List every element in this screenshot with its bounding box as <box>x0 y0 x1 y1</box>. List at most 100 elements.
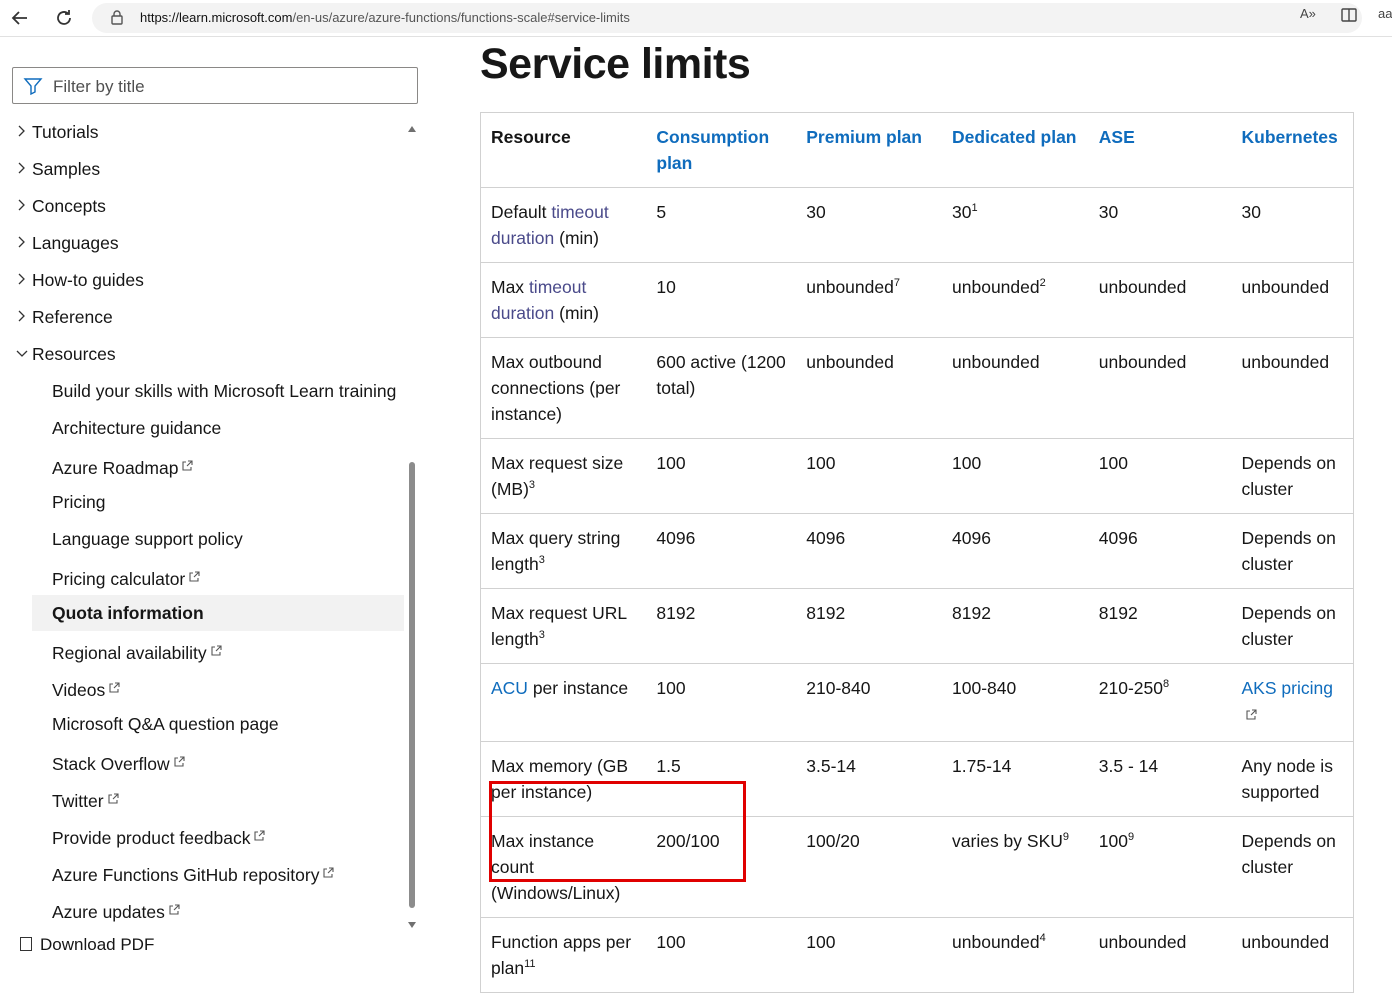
sidebar-item-tutorials[interactable]: Tutorials <box>0 114 404 150</box>
footnote-ref[interactable]: 11 <box>524 958 535 970</box>
sidebar-item-label: Reference <box>32 307 113 327</box>
resource-text: Function apps per plan <box>491 932 632 978</box>
footnote-ref[interactable]: 3 <box>529 479 535 491</box>
cell-value: 100/20 <box>806 831 860 851</box>
value-cell: 100 <box>646 438 797 514</box>
read-aloud-icon[interactable]: A» <box>1300 6 1316 21</box>
resource-cell: Max memory (GB per instance) <box>480 741 647 817</box>
cell-value: Depends on cluster <box>1241 453 1336 499</box>
split-screen-icon[interactable] <box>1340 6 1358 27</box>
sidebar-item-text: Azure Functions GitHub repository <box>52 865 320 885</box>
cell-value: Depends on cluster <box>1241 528 1336 574</box>
address-bar[interactable]: https://learn.microsoft.com/en-us/azure/… <box>92 3 1362 33</box>
sidebar-item-how-to-guides[interactable]: How-to guides <box>0 262 404 298</box>
sidebar-item-stack-overflow[interactable]: Stack Overflow <box>0 743 404 779</box>
filter-icon <box>23 77 43 99</box>
header-ase[interactable]: ASE <box>1088 112 1232 188</box>
header-dedicated-plan[interactable]: Dedicated plan <box>942 112 1089 188</box>
sidebar-item-provide-product-feedback[interactable]: Provide product feedback <box>0 817 404 853</box>
sidebar-item-azure-roadmap[interactable]: Azure Roadmap <box>0 447 404 483</box>
resource-cell: Max request URL length3 <box>480 588 647 664</box>
footnote-ref[interactable]: 9 <box>1063 831 1069 843</box>
extra-icon[interactable]: aa <box>1378 6 1392 21</box>
sidebar-item-resources[interactable]: Resources <box>0 336 404 372</box>
sidebar-item-label: Build your skills with Microsoft Learn t… <box>52 381 396 402</box>
header-consumption-plan[interactable]: Consumption plan <box>646 112 797 188</box>
cell-value: unbounded <box>1241 932 1330 952</box>
resource-cell: Max timeout duration (min) <box>480 262 647 338</box>
cell-value: 8192 <box>952 603 991 623</box>
resource-cell: Max request size (MB)3 <box>480 438 647 514</box>
value-cell: 100-840 <box>942 663 1089 742</box>
cell-value: 4096 <box>656 528 696 548</box>
sidebar-item-quota-information[interactable]: Quota information <box>32 595 404 631</box>
scrollbar-thumb[interactable] <box>409 462 415 908</box>
sidebar-item-label: Azure Functions GitHub repository <box>52 862 335 886</box>
refresh-icon[interactable] <box>50 4 78 32</box>
sidebar-item-label: Languages <box>32 233 119 253</box>
resource-cell: Max outbound connections (per instance) <box>480 337 647 439</box>
resource-cell: Max query string length3 <box>480 513 647 589</box>
footnote-ref[interactable]: 1 <box>971 202 977 214</box>
download-pdf-link[interactable]: Download PDF <box>20 935 154 955</box>
cell-value: 4096 <box>1098 528 1138 548</box>
external-link-icon <box>109 677 120 698</box>
sidebar-item-concepts[interactable]: Concepts <box>0 188 404 224</box>
value-cell: 210-2508 <box>1088 663 1232 742</box>
value-cell: 1.75-14 <box>942 741 1089 817</box>
cell-value: 1.5 <box>656 756 681 776</box>
sidebar-item-build-your-skills-with-microsoft-learn-training[interactable]: Build your skills with Microsoft Learn t… <box>0 373 404 409</box>
value-cell: 30 <box>796 187 943 263</box>
sidebar-item-microsoft-q-a-question-page[interactable]: Microsoft Q&A question page <box>0 706 404 742</box>
sidebar-item-label: How-to guides <box>32 270 144 290</box>
cell-value: Depends on cluster <box>1241 603 1336 649</box>
header-kubernetes[interactable]: Kubernetes <box>1231 112 1354 188</box>
footnote-ref[interactable]: 2 <box>1040 277 1046 289</box>
cell-value: 100 <box>1098 453 1128 473</box>
sidebar-item-reference[interactable]: Reference <box>0 299 404 335</box>
scroll-down-icon[interactable] <box>407 914 417 933</box>
value-cell: 210-840 <box>796 663 943 742</box>
external-link-icon <box>174 751 185 772</box>
sidebar-item-samples[interactable]: Samples <box>0 151 404 187</box>
table-row: Max request size (MB)3 100 100 100 100 Depend… <box>480 438 1354 514</box>
sidebar-item-architecture-guidance[interactable]: Architecture guidance <box>0 410 404 446</box>
value-cell: 4096 <box>796 513 943 589</box>
sidebar-item-pricing-calculator[interactable]: Pricing calculator <box>0 558 404 594</box>
sidebar-item-twitter[interactable]: Twitter <box>0 780 404 816</box>
sidebar-item-azure-functions-github-repository[interactable]: Azure Functions GitHub repository <box>0 854 404 890</box>
resource-link[interactable]: ACU <box>491 678 528 698</box>
cell-value: 3.5 - 14 <box>1098 756 1159 776</box>
sidebar-item-label: Azure updates <box>52 899 180 923</box>
footnote-ref[interactable]: 3 <box>539 629 545 641</box>
cell-value: 1.75-14 <box>952 756 1012 776</box>
sidebar-item-label: Microsoft Q&A question page <box>52 714 279 735</box>
value-cell: 8192 <box>1088 588 1232 664</box>
back-arrow-icon[interactable] <box>6 4 34 32</box>
cell-value: 30 <box>1241 202 1261 222</box>
sidebar-item-text: Provide product feedback <box>52 828 251 848</box>
header-premium-plan[interactable]: Premium plan <box>796 112 943 188</box>
table-header-row: Resource Consumption plan Premium plan D… <box>480 112 1354 188</box>
table-row: Function apps per plan11 100 100 unbounded4… <box>480 917 1354 993</box>
sidebar-item-pricing[interactable]: Pricing <box>0 484 404 520</box>
footnote-ref[interactable]: 4 <box>1040 932 1046 944</box>
sidebar-item-language-support-policy[interactable]: Language support policy <box>0 521 404 557</box>
footnote-ref[interactable]: 9 <box>1128 831 1134 843</box>
sidebar-item-videos[interactable]: Videos <box>0 669 404 705</box>
aks-pricing-link[interactable]: AKS pricing <box>1242 678 1333 698</box>
sidebar-item-text: Microsoft Q&A question page <box>52 714 279 734</box>
sidebar-item-azure-updates[interactable]: Azure updates <box>0 891 404 927</box>
sidebar-scrollbar[interactable] <box>406 114 418 928</box>
footnote-ref[interactable]: 7 <box>894 277 900 289</box>
filter-input[interactable] <box>51 74 405 100</box>
service-limits-table: Resource Consumption plan Premium plan D… <box>480 112 1354 993</box>
external-link-icon <box>182 455 194 476</box>
scroll-up-icon[interactable] <box>407 118 417 137</box>
pdf-icon <box>20 937 32 951</box>
sidebar-item-regional-availability[interactable]: Regional availability <box>0 632 404 668</box>
footnote-ref[interactable]: 3 <box>539 554 545 566</box>
footnote-ref[interactable]: 8 <box>1163 678 1169 690</box>
chevron-right-icon <box>16 122 26 137</box>
sidebar-item-languages[interactable]: Languages <box>0 225 404 261</box>
